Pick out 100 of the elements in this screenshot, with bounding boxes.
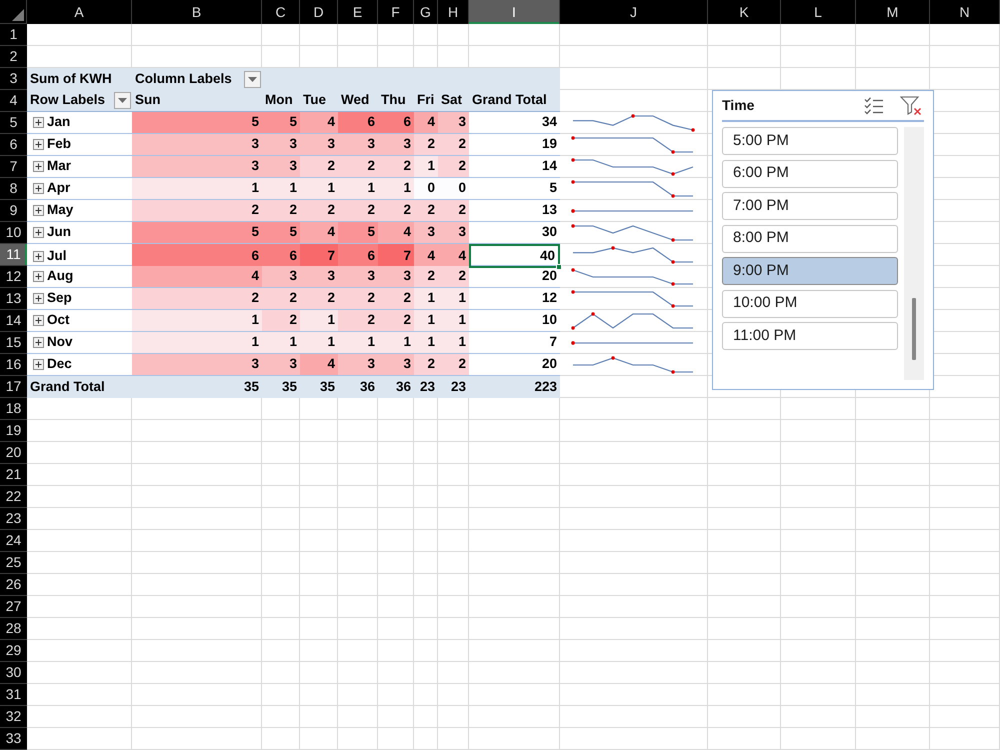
row-number[interactable]: 8	[0, 178, 27, 200]
expand-icon[interactable]	[33, 359, 44, 370]
column-header[interactable]: B	[132, 0, 262, 24]
scrollbar-thumb[interactable]	[912, 298, 916, 360]
fill-handle[interactable]	[556, 264, 562, 270]
row-number[interactable]: 10	[0, 222, 27, 244]
slicer-item[interactable]: 6:00 PM	[722, 160, 898, 188]
column-header[interactable]: K	[708, 0, 781, 24]
row-number[interactable]: 2	[0, 46, 27, 68]
row-number[interactable]: 13	[0, 288, 27, 310]
row-number[interactable]: 1	[0, 24, 27, 46]
row-label: Sep	[47, 289, 72, 308]
value-cell: 3	[438, 222, 469, 243]
value-cell: 4	[438, 244, 469, 268]
expand-icon[interactable]	[33, 315, 44, 326]
row-label: Jun	[47, 223, 72, 242]
column-header[interactable]: I	[469, 0, 560, 24]
row-number[interactable]: 29	[0, 640, 27, 662]
slicer-item[interactable]: 9:00 PM	[722, 257, 898, 285]
row-number[interactable]: 14	[0, 310, 27, 332]
expand-icon[interactable]	[33, 271, 44, 282]
checklist-icon[interactable]	[864, 96, 884, 114]
row-number[interactable]: 23	[0, 508, 27, 530]
expand-icon[interactable]	[33, 337, 44, 348]
row-number[interactable]: 7	[0, 156, 27, 178]
row-number[interactable]: 22	[0, 486, 27, 508]
column-header[interactable]: H	[438, 0, 469, 24]
selected-cell[interactable]: 40	[469, 244, 560, 268]
expand-icon[interactable]	[33, 250, 44, 262]
row-number[interactable]: 24	[0, 530, 27, 552]
column-header[interactable]: J	[560, 0, 708, 24]
column-header[interactable]: D	[300, 0, 338, 24]
row-number[interactable]: 27	[0, 596, 27, 618]
expand-icon[interactable]	[33, 205, 44, 216]
value-cell: 2	[378, 310, 414, 331]
column-header[interactable]: L	[781, 0, 856, 24]
row-number[interactable]: 33	[0, 728, 27, 750]
row-number[interactable]: 15	[0, 332, 27, 354]
value-field-label: Sum of KWH	[30, 70, 112, 88]
column-header[interactable]: A	[27, 0, 132, 24]
column-header[interactable]: C	[262, 0, 300, 24]
value-cell: 2	[378, 288, 414, 309]
row-number[interactable]: 4	[0, 90, 27, 112]
slicer-item[interactable]: 8:00 PM	[722, 224, 898, 252]
row-number[interactable]: 21	[0, 464, 27, 486]
row-number[interactable]: 25	[0, 552, 27, 574]
value-cell: 1	[132, 332, 262, 353]
value-cell: 2	[338, 288, 378, 309]
clear-filter-icon[interactable]	[900, 96, 922, 116]
value-cell: 1	[132, 178, 262, 199]
row-number[interactable]: 26	[0, 574, 27, 596]
row-number[interactable]: 16	[0, 354, 27, 376]
column-header[interactable]: F	[378, 0, 414, 24]
row-number[interactable]: 28	[0, 618, 27, 640]
value-cell: 1	[378, 178, 414, 199]
value-cell: 2	[438, 156, 469, 177]
expand-icon[interactable]	[33, 161, 44, 172]
value-cell: 3	[262, 156, 300, 177]
expand-icon[interactable]	[33, 227, 44, 238]
filter-dropdown-button[interactable]	[244, 70, 261, 88]
slicer-item[interactable]: 5:00 PM	[722, 127, 898, 155]
value-cell: 1	[300, 178, 338, 199]
row-number[interactable]: 32	[0, 706, 27, 728]
value-cell: 5	[132, 222, 262, 243]
expand-icon[interactable]	[33, 183, 44, 194]
total-cell-text: 19	[540, 135, 558, 154]
column-header[interactable]: N	[930, 0, 1000, 24]
row-number[interactable]: 12	[0, 266, 27, 288]
row-label: Jan	[47, 113, 70, 132]
row-number[interactable]: 31	[0, 684, 27, 706]
row-label: Aug	[47, 267, 74, 286]
expand-icon[interactable]	[33, 293, 44, 304]
slicer-item[interactable]: 11:00 PM	[722, 322, 898, 350]
row-number[interactable]: 18	[0, 398, 27, 420]
row-number[interactable]: 3	[0, 68, 27, 90]
select-all-button[interactable]	[0, 0, 27, 24]
row-label: Dec	[47, 355, 72, 374]
value-cell: 1	[414, 332, 438, 353]
slicer-item[interactable]: 10:00 PM	[722, 290, 898, 318]
row-number[interactable]: 17	[0, 376, 27, 398]
row-number[interactable]: 6	[0, 134, 27, 156]
total-cell-text: 30	[540, 223, 558, 242]
row-number[interactable]: 30	[0, 662, 27, 684]
value-cell: 3	[300, 134, 338, 155]
value-cell: 1	[132, 310, 262, 331]
row-number[interactable]: 5	[0, 112, 27, 134]
column-header[interactable]: E	[338, 0, 378, 24]
expand-icon[interactable]	[33, 139, 44, 150]
filter-dropdown-button[interactable]	[114, 92, 131, 109]
value-cell: 7	[378, 244, 414, 268]
row-number[interactable]: 19	[0, 420, 27, 442]
row-number[interactable]: 9	[0, 200, 27, 222]
slicer-item[interactable]: 7:00 PM	[722, 192, 898, 220]
expand-icon[interactable]	[33, 117, 44, 128]
value-cell: 4	[300, 354, 338, 375]
row-number[interactable]: 20	[0, 442, 27, 464]
row-number[interactable]: 11	[0, 244, 27, 266]
column-header[interactable]: M	[856, 0, 930, 24]
column-header[interactable]: G	[414, 0, 438, 24]
value-cell: 2	[378, 156, 414, 177]
